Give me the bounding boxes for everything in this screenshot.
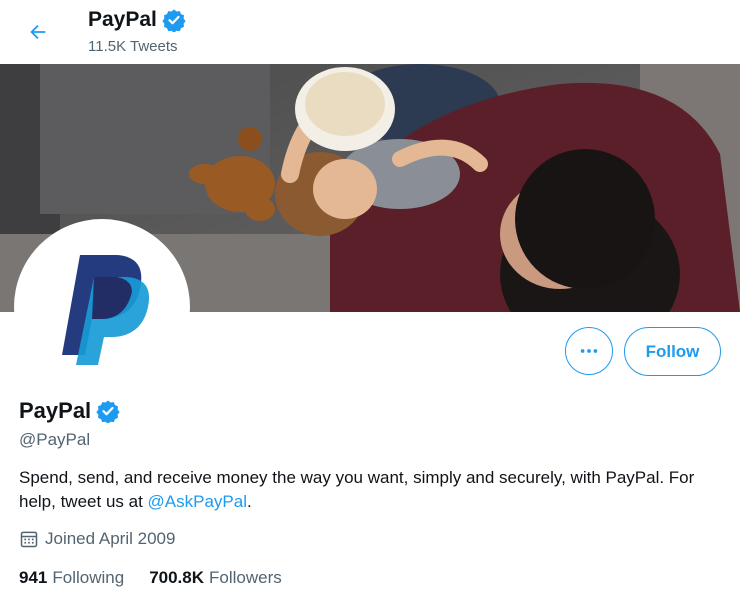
joined-date: Joined April 2009 xyxy=(19,529,175,549)
header-name: PayPal xyxy=(88,8,157,31)
calendar-icon xyxy=(20,531,38,548)
profile-avatar[interactable] xyxy=(14,219,190,395)
profile-display-name: PayPal xyxy=(19,398,92,423)
followers-count: 700.8K xyxy=(149,568,205,587)
profile-name: PayPal xyxy=(19,398,120,424)
following-label: Following xyxy=(52,568,125,587)
profile-stats: 941 Following 700.8K Followers xyxy=(19,568,282,588)
profile-header: PayPal 11.5K Tweets xyxy=(0,0,740,64)
followers-link[interactable]: 700.8K Followers xyxy=(149,568,282,588)
more-horizontal-icon xyxy=(580,349,598,353)
more-options-button[interactable] xyxy=(565,327,613,375)
joined-label: Joined April 2009 xyxy=(45,529,176,548)
paypal-logo xyxy=(18,223,186,391)
arrow-left-icon xyxy=(30,24,46,40)
follow-button[interactable]: Follow xyxy=(624,327,721,376)
following-link[interactable]: 941 Following xyxy=(19,568,124,588)
bio-mention-link[interactable]: @AskPayPal xyxy=(148,492,247,511)
verified-badge-icon xyxy=(162,9,186,32)
profile-handle: @PayPal xyxy=(19,430,91,449)
bio-end: . xyxy=(247,492,252,511)
profile-bio: Spend, send, and receive money the way y… xyxy=(19,466,729,514)
header-title: PayPal xyxy=(88,8,186,32)
tweet-count: 11.5K Tweets xyxy=(88,38,178,55)
following-count: 941 xyxy=(19,568,48,587)
followers-label: Followers xyxy=(209,568,282,587)
verified-badge-icon xyxy=(96,400,120,423)
back-button[interactable] xyxy=(20,14,56,50)
bio-text: Spend, send, and receive money the way y… xyxy=(19,468,695,511)
